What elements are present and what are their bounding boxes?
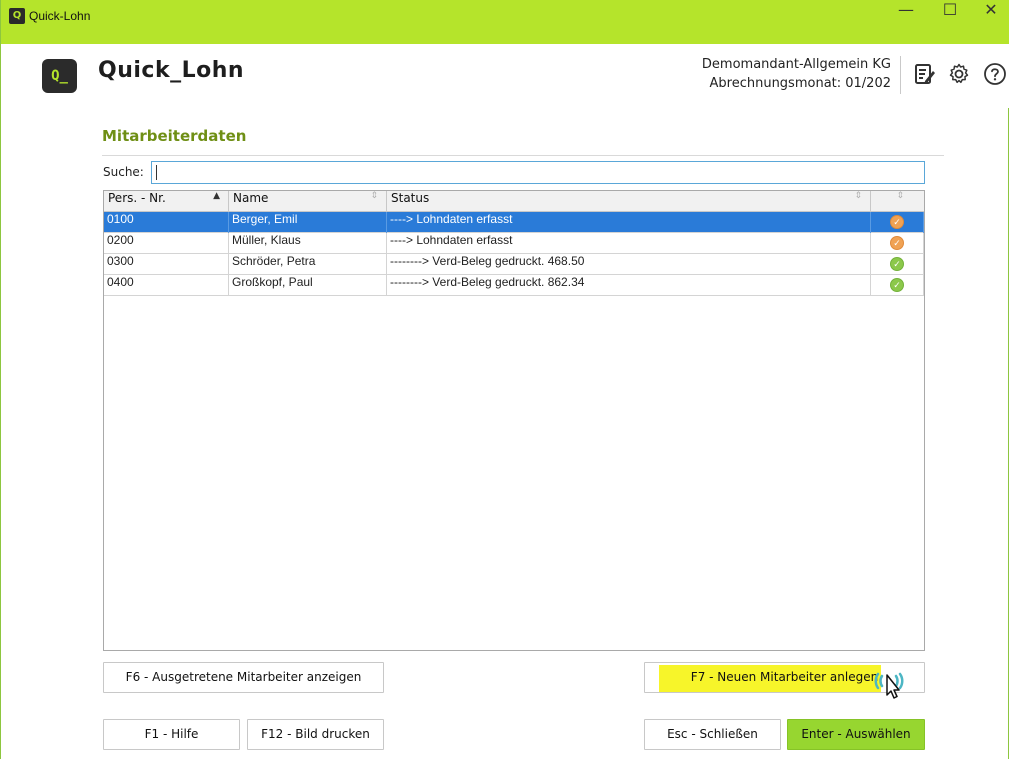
- header-divider: [900, 56, 901, 94]
- gear-icon[interactable]: [947, 62, 971, 86]
- section-divider: [102, 155, 944, 156]
- column-header-state[interactable]: ⇕: [871, 191, 924, 212]
- company-name: Demomandant-Allgemein KG: [701, 57, 891, 72]
- app-name: Quick_Lohn: [98, 58, 245, 83]
- sort-asc-icon: ▲: [213, 191, 220, 201]
- cell-name: Müller, Klaus: [229, 233, 387, 254]
- help-button[interactable]: F1 - Hilfe: [103, 719, 240, 750]
- window-title: Quick-Lohn: [29, 9, 91, 23]
- sort-icon: ⇕: [854, 191, 862, 201]
- table-row[interactable]: 0200 Müller, Klaus ----> Lohndaten erfas…: [104, 233, 924, 254]
- column-header-name[interactable]: Name ⇕: [229, 191, 387, 212]
- cell-pers-nr: 0400: [104, 275, 229, 296]
- logo-icon: Q_: [42, 59, 77, 93]
- select-button[interactable]: Enter - Auswählen: [787, 719, 925, 750]
- text-caret: [156, 165, 157, 180]
- status-orange-icon: ✓: [890, 215, 904, 229]
- notes-edit-icon[interactable]: [913, 62, 937, 86]
- help-icon[interactable]: [983, 62, 1007, 86]
- column-header-status[interactable]: Status ⇕: [387, 191, 871, 212]
- status-orange-icon: ✓: [890, 236, 904, 250]
- section-title: Mitarbeiterdaten: [102, 127, 247, 145]
- status-green-icon: ✓: [890, 257, 904, 271]
- billing-period: Abrechnungsmonat: 01/202: [709, 76, 892, 91]
- employee-table[interactable]: Pers. - Nr. ▲ Name ⇕ Status ⇕ ⇕ 0100 Berger…: [103, 190, 925, 651]
- cell-status: --------> Verd-Beleg gedruckt. 468.50: [387, 254, 871, 275]
- table-header: Pers. - Nr. ▲ Name ⇕ Status ⇕ ⇕: [104, 191, 924, 212]
- sort-icon: ⇕: [370, 191, 378, 201]
- close-button[interactable]: Esc - Schließen: [644, 719, 781, 750]
- new-employee-label: F7 - Neuen Mitarbeiter anlegen: [690, 670, 879, 684]
- print-screen-button[interactable]: F12 - Bild drucken: [247, 719, 384, 750]
- cell-pers-nr: 0300: [104, 254, 229, 275]
- cell-name: Schröder, Petra: [229, 254, 387, 275]
- cell-status: --------> Verd-Beleg gedruckt. 862.34: [387, 275, 871, 296]
- status-green-icon: ✓: [890, 278, 904, 292]
- search-label: Suche:: [103, 165, 144, 179]
- column-header-pers-nr[interactable]: Pers. - Nr. ▲: [104, 191, 229, 212]
- maximize-button[interactable]: ☐: [928, 0, 972, 32]
- app-header: Q_ Quick_Lohn Demomandant-Allgemein KG A…: [1, 44, 1009, 108]
- cell-state: ✓: [871, 275, 924, 296]
- cell-pers-nr: 0200: [104, 233, 229, 254]
- table-row[interactable]: 0300 Schröder, Petra --------> Verd-Bele…: [104, 254, 924, 275]
- app-icon: Q: [9, 8, 25, 24]
- close-window-button[interactable]: ✕: [969, 0, 1009, 32]
- cell-name: Großkopf, Paul: [229, 275, 387, 296]
- cell-status: ----> Lohndaten erfasst: [387, 212, 871, 233]
- show-former-employees-button[interactable]: F6 - Ausgetretene Mitarbeiter anzeigen: [103, 662, 384, 693]
- cell-state: ✓: [871, 212, 924, 233]
- app-window: Q Quick-Lohn — ☐ ✕ Q_ Quick_Lohn Demoman…: [0, 0, 1009, 759]
- search-input[interactable]: [151, 161, 925, 184]
- minimize-button[interactable]: —: [884, 0, 928, 32]
- mouse-cursor-icon: [874, 672, 904, 699]
- table-row[interactable]: 0100 Berger, Emil ----> Lohndaten erfass…: [104, 212, 924, 233]
- cell-name: Berger, Emil: [229, 212, 387, 233]
- cell-pers-nr: 0100: [104, 212, 229, 233]
- table-row[interactable]: 0400 Großkopf, Paul --------> Verd-Beleg…: [104, 275, 924, 296]
- cell-state: ✓: [871, 233, 924, 254]
- company-info: Demomandant-Allgemein KG Abrechnungsmona…: [702, 55, 891, 93]
- cell-state: ✓: [871, 254, 924, 275]
- sort-icon: ⇕: [896, 191, 904, 201]
- title-bar[interactable]: Q Quick-Lohn — ☐ ✕: [1, 0, 1009, 44]
- cell-status: ----> Lohndaten erfasst: [387, 233, 871, 254]
